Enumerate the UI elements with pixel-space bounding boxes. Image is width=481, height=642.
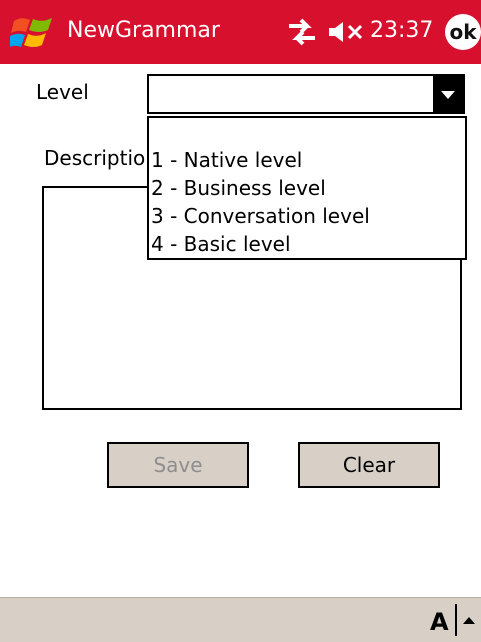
dropdown-option-business[interactable]: 2 - Business level xyxy=(151,176,326,200)
level-dropdown-list: 1 - Native level 2 - Business level 3 - … xyxy=(147,116,467,260)
dropdown-option-basic[interactable]: 4 - Basic level xyxy=(151,232,291,256)
connectivity-icon[interactable] xyxy=(285,16,319,48)
clear-button[interactable]: Clear xyxy=(298,442,440,488)
input-panel-arrow-icon[interactable] xyxy=(463,617,475,624)
chevron-down-icon[interactable] xyxy=(433,76,463,112)
level-label: Level xyxy=(36,80,89,104)
dropdown-option-conversation[interactable]: 3 - Conversation level xyxy=(151,204,370,228)
title-bar: NewGrammar 23:37 ok xyxy=(0,0,481,64)
windows-start-icon[interactable] xyxy=(10,14,54,52)
bottom-bar-divider xyxy=(455,604,457,636)
dropdown-option-native[interactable]: 1 - Native level xyxy=(151,148,302,172)
clock[interactable]: 23:37 xyxy=(370,18,433,43)
save-button[interactable]: Save xyxy=(107,442,249,488)
ok-button[interactable]: ok xyxy=(445,14,481,50)
app-title: NewGrammar xyxy=(67,18,220,43)
input-method-icon[interactable]: A xyxy=(430,608,449,636)
volume-muted-icon[interactable] xyxy=(326,18,366,46)
level-select[interactable] xyxy=(147,74,465,114)
bottom-bar: A xyxy=(0,597,481,642)
description-label: Descriptio xyxy=(44,146,146,170)
